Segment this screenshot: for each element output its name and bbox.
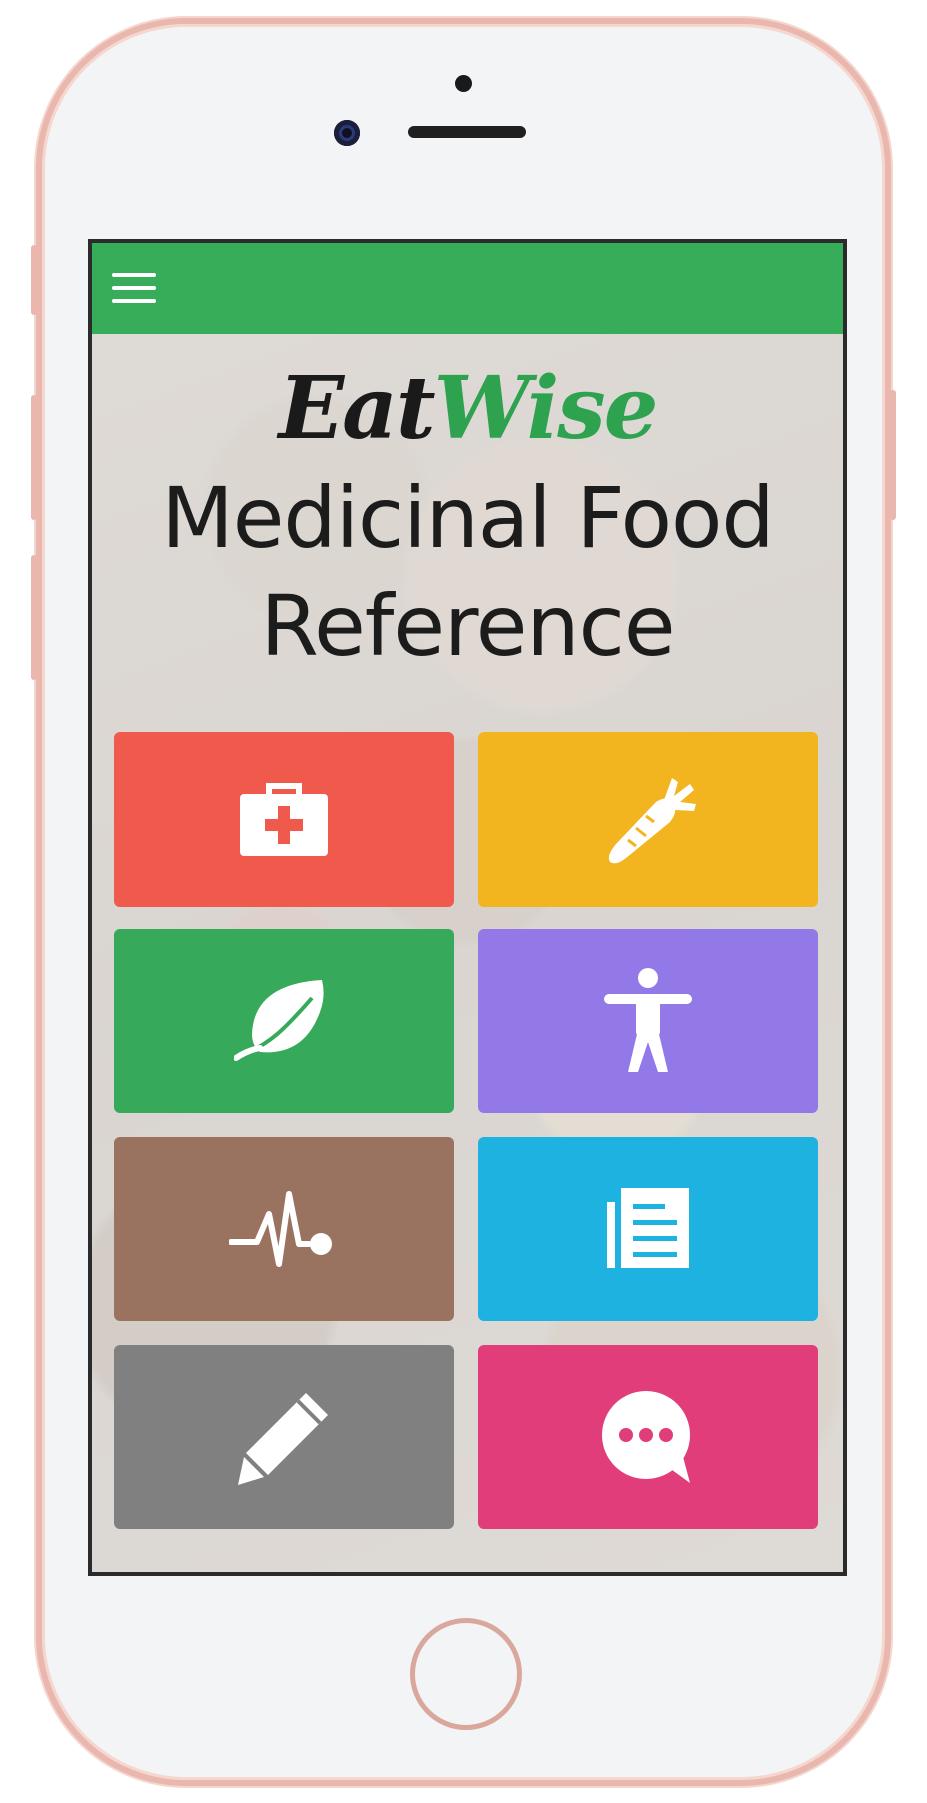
first-aid-kit-icon (240, 782, 328, 856)
app-logo: EatWise (92, 354, 843, 464)
page-title-line2: Reference (260, 577, 676, 675)
chat-bubble-icon (602, 1391, 690, 1483)
tile-vegetables[interactable] (478, 732, 818, 907)
home-button[interactable] (410, 1618, 522, 1730)
leaf-icon (234, 980, 324, 1061)
tile-herbs[interactable] (114, 929, 454, 1113)
logo-wise: Wise (433, 358, 659, 459)
body-figure-icon (604, 968, 692, 1072)
tile-chat[interactable] (478, 1345, 818, 1529)
page-title: Medicinal Food Reference (92, 464, 843, 680)
carrot-icon (608, 777, 696, 863)
proximity-sensor (455, 75, 472, 92)
hamburger-menu-icon[interactable] (112, 273, 156, 303)
tile-first-aid[interactable] (114, 732, 454, 907)
power-button (890, 390, 896, 520)
tile-body[interactable] (478, 929, 818, 1113)
front-camera (334, 120, 360, 146)
volume-up-button (31, 395, 37, 520)
tile-notes[interactable] (114, 1345, 454, 1529)
volume-down-button (31, 555, 37, 680)
heartbeat-pulse-icon (229, 1191, 332, 1267)
tile-health[interactable] (114, 1137, 454, 1321)
top-app-bar (92, 243, 843, 334)
notes-document-icon (607, 1188, 689, 1268)
tile-reference[interactable] (478, 1137, 818, 1321)
pencil-icon (238, 1393, 328, 1485)
earpiece-speaker (408, 126, 526, 138)
logo-eat: Eat (278, 358, 436, 459)
app-screen: EatWise Medicinal Food Reference (88, 239, 847, 1576)
page-title-line1: Medicinal Food (161, 469, 775, 567)
home-content: EatWise Medicinal Food Reference (92, 334, 843, 1572)
mute-switch (31, 245, 37, 315)
